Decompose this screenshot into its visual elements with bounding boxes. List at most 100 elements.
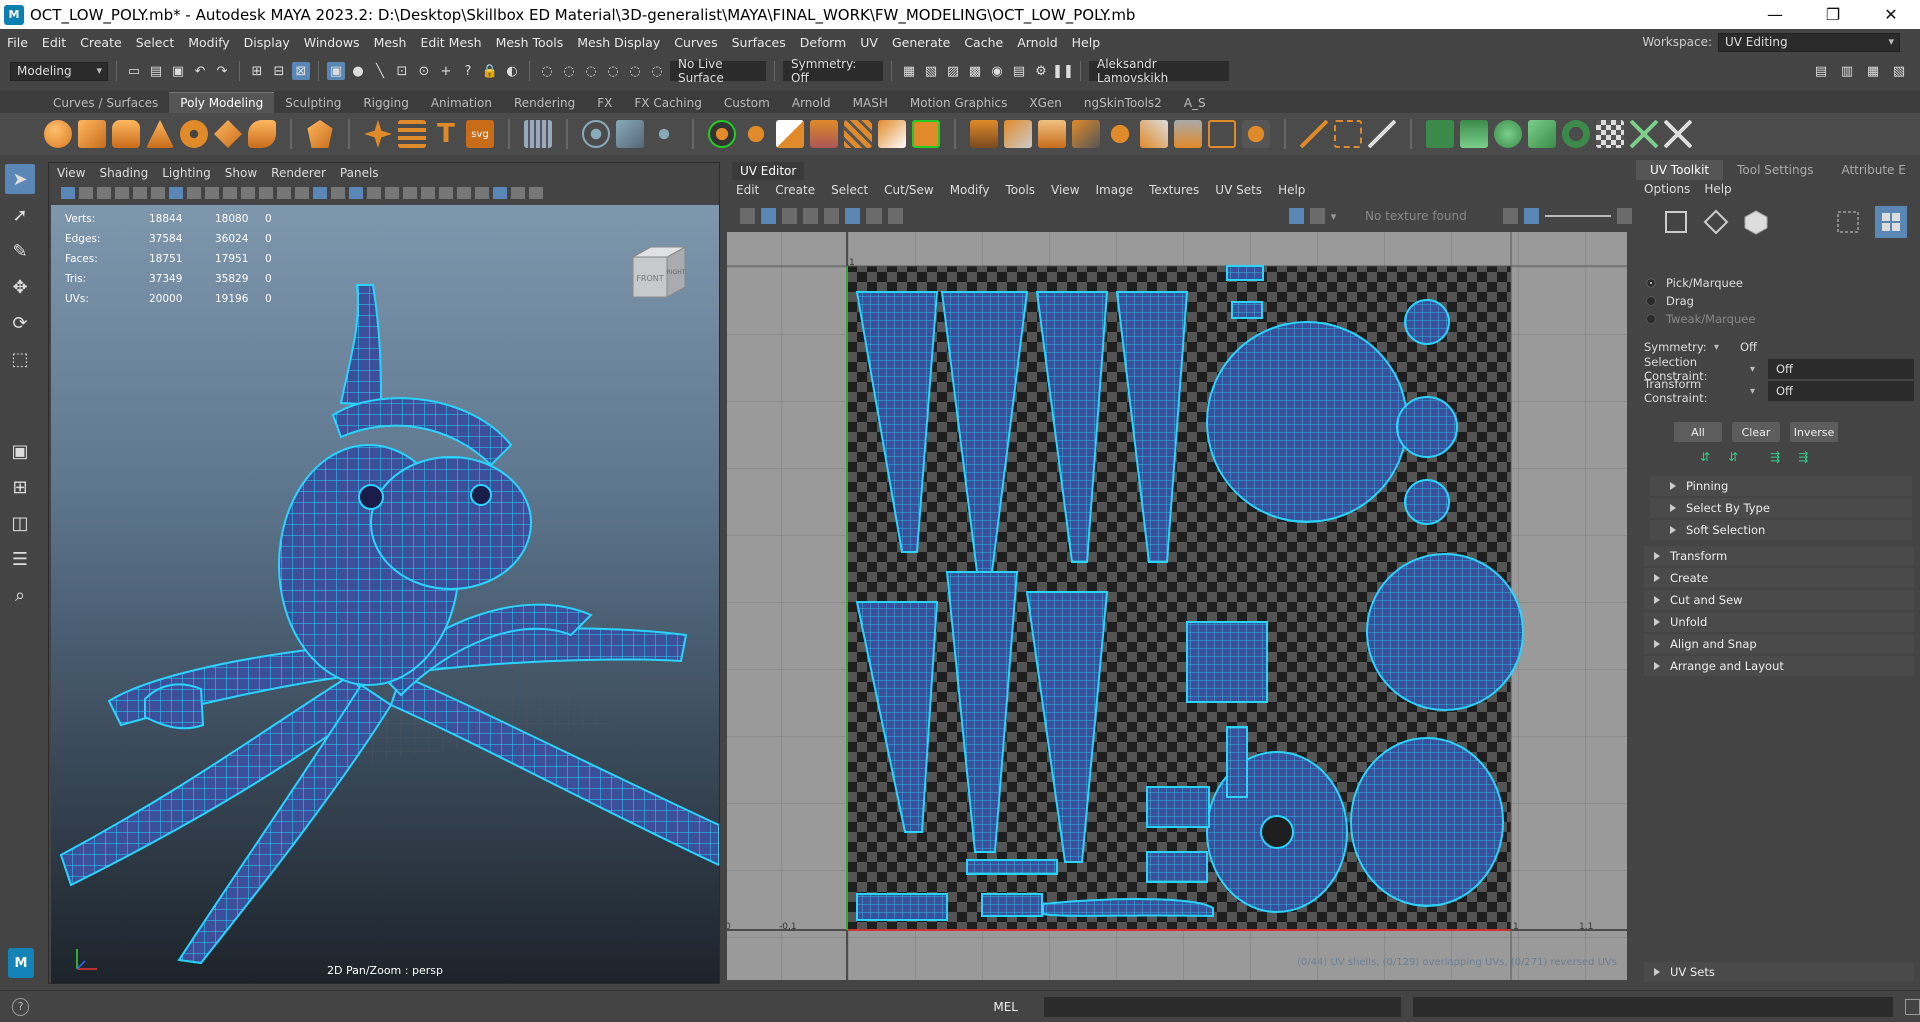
modeling-toolkit-icon[interactable]: ▤ [1812, 62, 1830, 80]
lasso-tool-icon[interactable]: ➚ [5, 200, 35, 230]
uv-pixel-snap-icon[interactable] [824, 208, 840, 224]
transform-constraint-arrow-icon[interactable]: ▾ [1750, 386, 1768, 397]
menuset-dropdown[interactable]: Modeling [10, 61, 108, 81]
uv-edge-mode-icon[interactable] [1702, 208, 1730, 236]
menu-create[interactable]: Create [73, 35, 129, 50]
undo-icon[interactable]: ↶ [191, 62, 209, 80]
uv-checker-icon[interactable] [1596, 120, 1624, 148]
shelf-tab-animation[interactable]: Animation [420, 93, 503, 113]
radio-pick-marquee[interactable] [1646, 278, 1656, 288]
select-object-icon[interactable]: ⊟ [270, 62, 288, 80]
uv-display-image-icon[interactable] [1288, 208, 1304, 224]
selection-constraint-value[interactable]: Off [1768, 359, 1914, 379]
uv-canvas[interactable]: 0 -0.1 1 1.1 1 (0/44) UV shells, (0/129)… [727, 232, 1627, 980]
shelf-tab-mash[interactable]: MASH [842, 93, 899, 113]
default-material-icon[interactable] [331, 187, 345, 199]
poke-icon[interactable] [1106, 120, 1134, 148]
reduce-icon[interactable] [742, 120, 770, 148]
four-pane-layout-icon[interactable]: ⊞ [5, 472, 35, 502]
scale-tool-icon[interactable]: ⬚ [5, 344, 35, 374]
wedge-icon[interactable] [1140, 120, 1168, 148]
snap-curve-icon[interactable]: ● [349, 62, 367, 80]
uv-face-mode-icon[interactable] [1742, 208, 1770, 236]
two-pane-layout-icon[interactable]: ◫ [5, 508, 35, 538]
menu-mesh-display[interactable]: Mesh Display [570, 35, 667, 50]
shelf-tab-fx-caching[interactable]: FX Caching [623, 93, 712, 113]
lasso-icon-5[interactable]: ◌ [626, 62, 644, 80]
workspace-dropdown[interactable]: UV Editing [1718, 32, 1900, 52]
shrink-selection-icon[interactable]: ⇵ [1728, 450, 1738, 464]
symmetry-field[interactable]: Symmetry: Off [783, 57, 883, 85]
menu-mesh[interactable]: Mesh [367, 35, 414, 50]
append-icon[interactable] [1072, 120, 1100, 148]
uv-menu-view[interactable]: View [1051, 183, 1079, 197]
uv-exposure-icon[interactable] [1502, 208, 1518, 224]
lights-icon[interactable] [385, 187, 399, 199]
poly-plane-icon[interactable] [214, 120, 242, 148]
uv-unfold-icon[interactable] [1562, 120, 1590, 148]
exposure-icon[interactable] [529, 187, 543, 199]
uv-texture-dropdown-icon[interactable]: ▾ [1331, 210, 1359, 223]
radio-drag[interactable] [1646, 296, 1656, 306]
soft-select-icon[interactable]: ◐ [503, 62, 521, 80]
section-transform[interactable]: Transform [1644, 546, 1914, 566]
gate-mask-icon[interactable] [223, 187, 237, 199]
section-align-and-snap[interactable]: Align and Snap [1644, 634, 1914, 654]
separate-icon[interactable] [616, 120, 644, 148]
uv-menu-image[interactable]: Image [1096, 183, 1134, 197]
uv-cylindrical-icon[interactable] [1460, 120, 1488, 148]
uv-automatic-icon[interactable] [1528, 120, 1556, 148]
section-uv-sets[interactable]: UV Sets [1644, 962, 1914, 982]
menu-cache[interactable]: Cache [957, 35, 1010, 50]
motion-blur-icon[interactable] [439, 187, 453, 199]
lasso-icon-6[interactable]: ◌ [648, 62, 666, 80]
bridge-icon[interactable] [1004, 120, 1032, 148]
uv-spherical-icon[interactable] [1494, 120, 1522, 148]
menu-deform[interactable]: Deform [793, 35, 853, 50]
select-hierarchy-icon[interactable]: ⊞ [248, 62, 266, 80]
section-select-by-type[interactable]: Select By Type [1650, 498, 1912, 518]
section-create[interactable]: Create [1644, 568, 1914, 588]
grow-loop-icon[interactable]: ⇶ [1770, 450, 1780, 464]
xray-icon[interactable] [493, 187, 507, 199]
edge-loop-icon[interactable] [1334, 120, 1362, 148]
uv-step-icon[interactable] [1617, 208, 1633, 224]
super-shape-icon[interactable] [364, 120, 392, 148]
toolkit-menu-options[interactable]: Options [1644, 182, 1690, 196]
open-scene-icon[interactable]: ▤ [147, 62, 165, 80]
uv-snapshot-icon[interactable] [887, 208, 903, 224]
shelf-tab-sculpting[interactable]: Sculpting [274, 93, 352, 113]
ipr-icon[interactable]: ▨ [944, 62, 962, 80]
multi-cut-icon[interactable] [1300, 120, 1328, 148]
2d-pan-zoom-icon[interactable] [133, 187, 147, 199]
extract-icon[interactable] [912, 120, 940, 148]
mirror-icon[interactable] [776, 120, 804, 148]
symmetry-value[interactable]: Off [1732, 337, 1914, 357]
uv-grid-icon[interactable] [803, 208, 819, 224]
shelf-tab-motion-graphics[interactable]: Motion Graphics [899, 93, 1019, 113]
merge-icon[interactable] [1208, 120, 1236, 148]
ambient-occlusion-icon[interactable] [421, 187, 435, 199]
save-scene-icon[interactable]: ▣ [169, 62, 187, 80]
extrude-icon[interactable] [970, 120, 998, 148]
menu-file[interactable]: File [0, 35, 35, 50]
poly-disc-icon[interactable] [248, 120, 276, 148]
fill-hole-icon[interactable] [878, 120, 906, 148]
snap-live-icon[interactable]: ⊙ [415, 62, 433, 80]
connect-icon[interactable] [1368, 120, 1396, 148]
section-unfold[interactable]: Unfold [1644, 612, 1914, 632]
lasso-icon-4[interactable]: ◌ [604, 62, 622, 80]
search-icon[interactable]: ⌕ [5, 580, 35, 610]
uv-menu-modify[interactable]: Modify [950, 183, 990, 197]
platonic-solid-icon[interactable] [307, 120, 333, 148]
uv-dim-image-icon[interactable] [866, 208, 882, 224]
symmetry-arrow-icon[interactable]: ▾ [1714, 342, 1732, 353]
isolate-select-icon[interactable] [475, 187, 489, 199]
sweep-mesh-icon[interactable] [398, 120, 426, 148]
paint-select-icon[interactable]: ✎ [5, 236, 35, 266]
menu-curves[interactable]: Curves [667, 35, 724, 50]
uv-menu-tools[interactable]: Tools [1005, 183, 1035, 197]
select-tool-icon[interactable]: ➤ [5, 164, 35, 194]
shelf-tab-a-s[interactable]: A_S [1173, 93, 1217, 113]
uv-exposure-slider[interactable] [1545, 215, 1612, 217]
